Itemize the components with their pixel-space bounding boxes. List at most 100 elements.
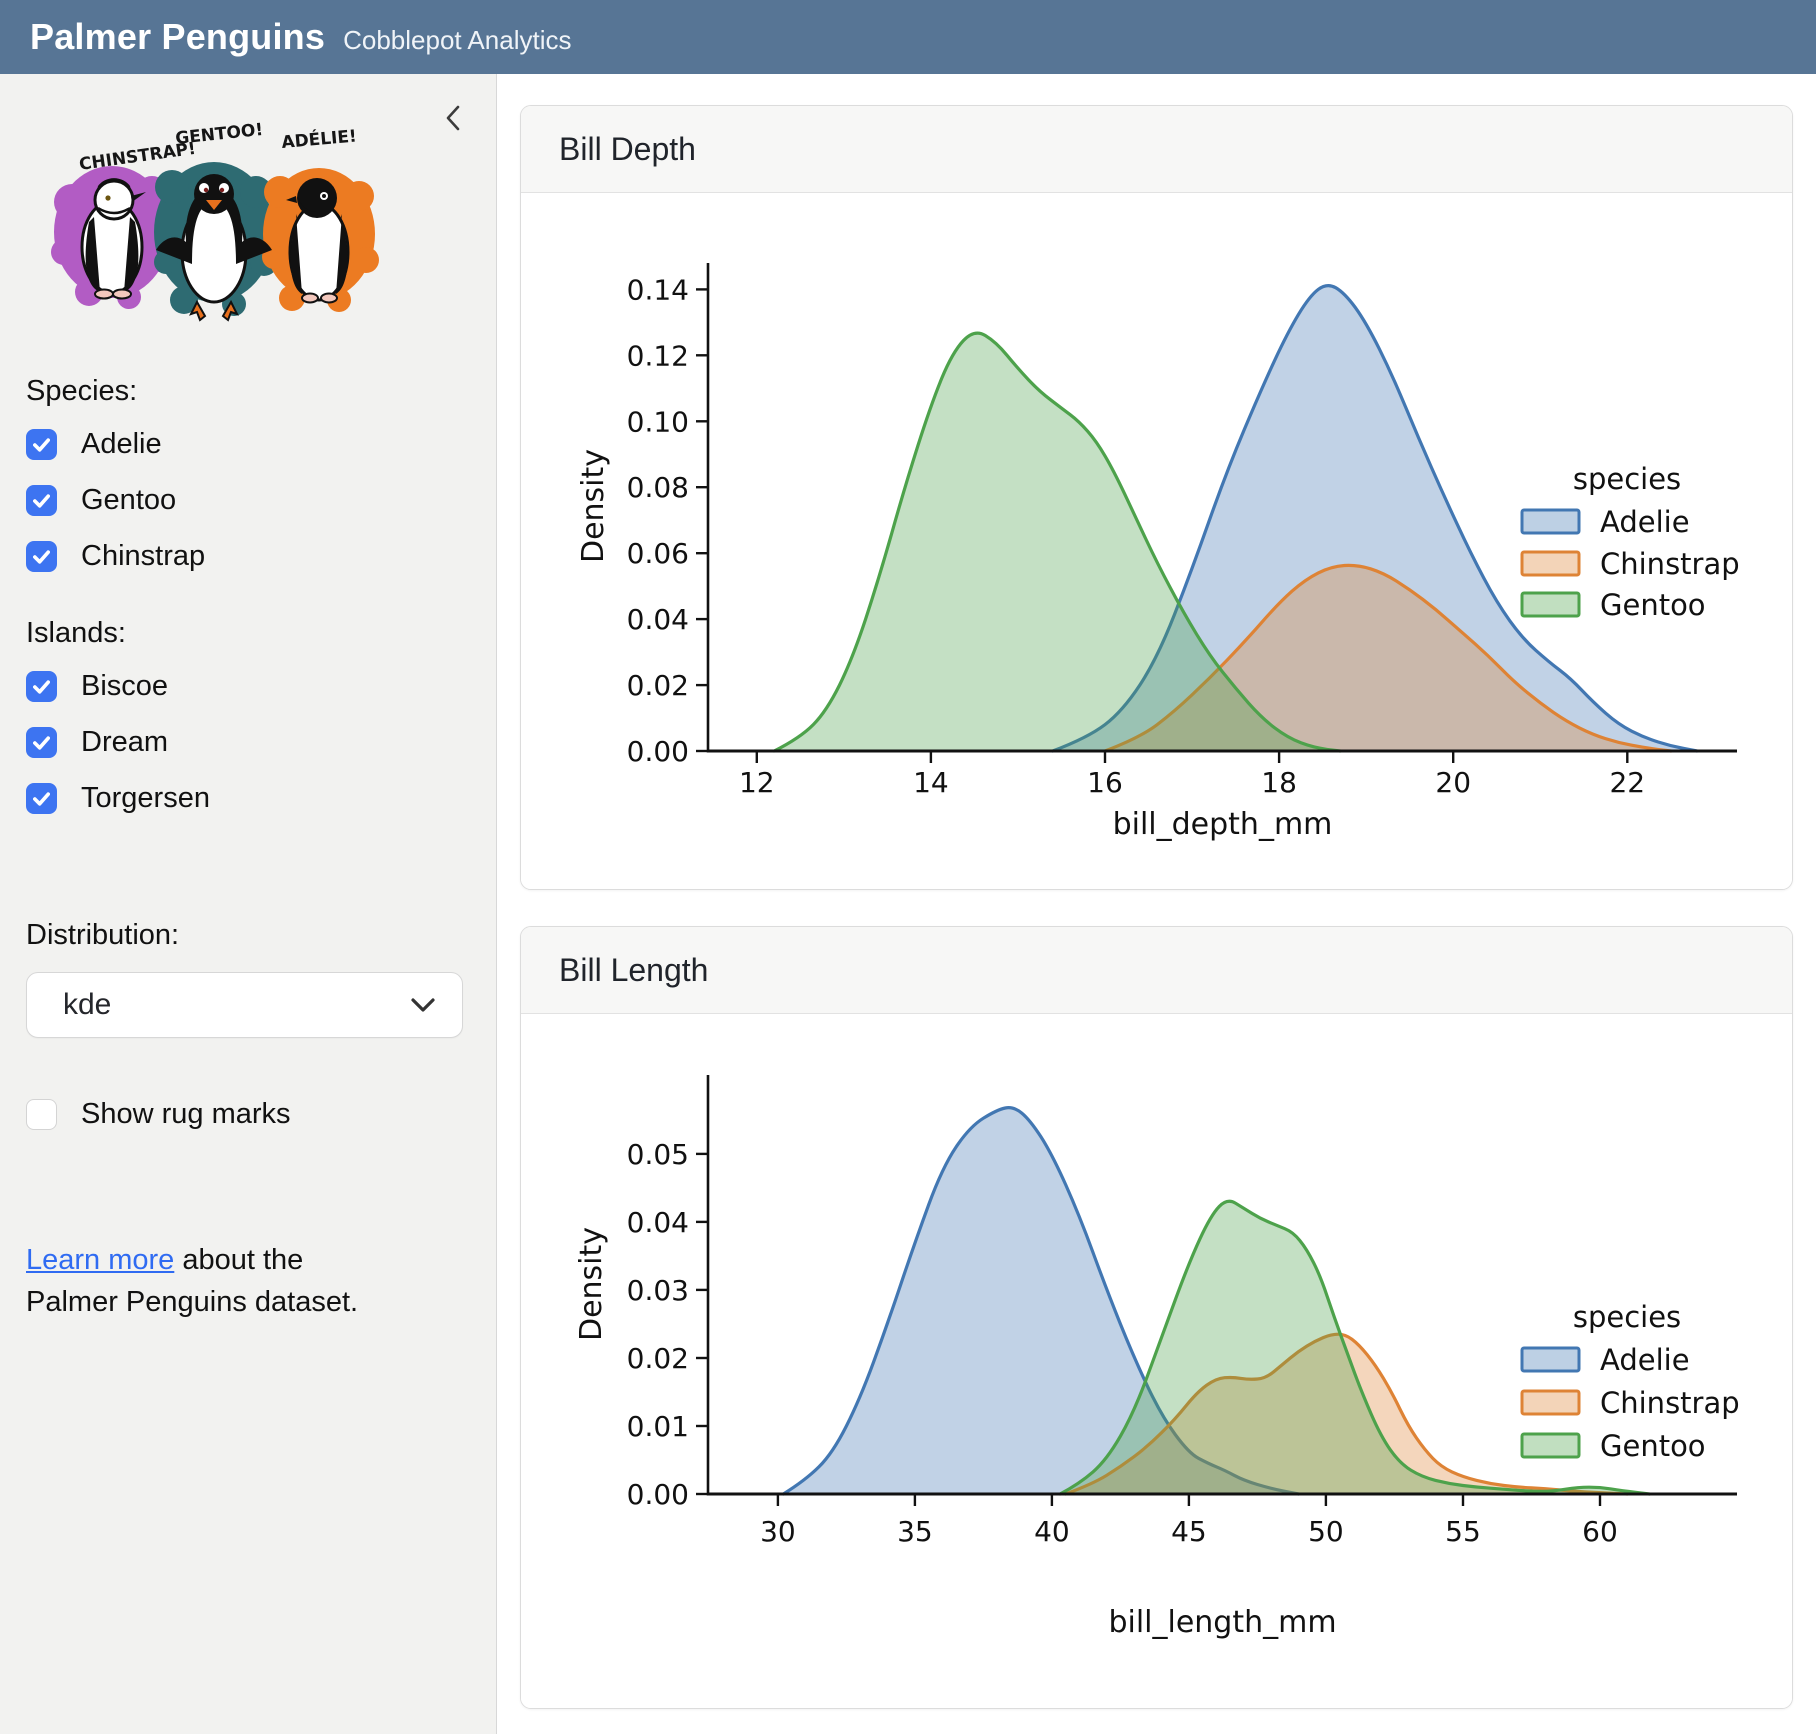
y-tick-label: 0.01 bbox=[627, 1410, 689, 1443]
check-icon bbox=[33, 494, 50, 508]
checkbox-label-rug: Show rug marks bbox=[81, 1098, 291, 1131]
bill-depth-plot: 12 14 16 18 20 22 0.00 0.02 0.04 0.06 0.08 0.10 0.12… bbox=[521, 193, 1792, 889]
checkbox-dream[interactable] bbox=[26, 727, 57, 758]
app-header: Palmer Penguins Cobblepot Analytics bbox=[0, 0, 1816, 74]
y-tick-label: 0.00 bbox=[627, 1478, 689, 1511]
x-tick-label: 14 bbox=[913, 766, 949, 799]
distribution-select[interactable]: kde bbox=[26, 972, 463, 1038]
checkbox-row-gentoo[interactable]: Gentoo bbox=[26, 484, 470, 517]
legend-title: species bbox=[1573, 462, 1681, 496]
y-axis-label: Density bbox=[576, 449, 611, 563]
x-tick-label: 55 bbox=[1445, 1515, 1481, 1548]
legend-title: species bbox=[1573, 1300, 1681, 1334]
main-content: Bill Depth 12 14 16 18 20 22 0.00 0.02 0.04 0.06 0… bbox=[497, 74, 1816, 1734]
bill-length-plot: 303540455055600.000.010.020.030.040.05bi… bbox=[521, 1014, 1792, 1708]
x-tick-label: 18 bbox=[1261, 766, 1297, 799]
bill-depth-chart: 12 14 16 18 20 22 0.00 0.02 0.04 0.06 0.08 0.10 0.12… bbox=[521, 193, 1792, 889]
chevron-down-icon bbox=[410, 997, 436, 1013]
sidebar-footer: Learn more about the Palmer Penguins dat… bbox=[26, 1239, 376, 1323]
checkbox-row-rug[interactable]: Show rug marks bbox=[26, 1098, 470, 1131]
species-group-label: Species: bbox=[26, 375, 470, 408]
legend-label-Adelie: Adelie bbox=[1600, 1343, 1690, 1377]
bill-depth-card: Bill Depth 12 14 16 18 20 22 0.00 0.02 0.04 0.06 0… bbox=[520, 105, 1793, 890]
bill-length-card-header: Bill Length bbox=[521, 927, 1792, 1014]
legend-swatch-Adelie bbox=[1522, 1348, 1579, 1371]
artwork-label-adelie: ADÉLIE! bbox=[281, 124, 358, 152]
y-axis-label: Density bbox=[574, 1227, 609, 1341]
legend-swatch-Gentoo bbox=[1522, 593, 1579, 616]
species-group: Species: Adelie Gentoo Chinstrap bbox=[26, 375, 470, 573]
bill-depth-card-title: Bill Depth bbox=[559, 131, 696, 168]
check-icon bbox=[33, 438, 50, 452]
check-icon bbox=[33, 792, 50, 806]
bill-length-chart: 303540455055600.000.010.020.030.040.05bi… bbox=[521, 1014, 1792, 1708]
y-tick-label: 0.12 bbox=[627, 339, 689, 372]
y-tick-label: 0.10 bbox=[627, 405, 689, 438]
chevron-left-icon bbox=[442, 103, 464, 133]
check-icon bbox=[33, 736, 50, 750]
sidebar: CHINSTRAP! GENTOO! ADÉLIE! Species: Adel… bbox=[0, 74, 497, 1734]
distribution-group: Distribution: kde bbox=[26, 919, 470, 1038]
checkbox-row-torgersen[interactable]: Torgersen bbox=[26, 782, 470, 815]
legend-label-Adelie: Adelie bbox=[1600, 505, 1690, 539]
y-tick-label: 0.03 bbox=[627, 1274, 689, 1307]
y-tick-label: 0.08 bbox=[627, 471, 689, 504]
artwork-label-gentoo: GENTOO! bbox=[174, 120, 264, 149]
learn-more-link[interactable]: Learn more bbox=[26, 1244, 174, 1276]
checkbox-biscoe[interactable] bbox=[26, 671, 57, 702]
x-tick-label: 12 bbox=[739, 766, 775, 799]
legend-label-Chinstrap: Chinstrap bbox=[1600, 1386, 1740, 1420]
x-tick-label: 60 bbox=[1582, 1515, 1618, 1548]
check-icon bbox=[33, 550, 50, 564]
x-tick-label: 20 bbox=[1435, 766, 1471, 799]
y-tick-label: 0.04 bbox=[627, 603, 689, 636]
y-tick-label: 0.05 bbox=[627, 1138, 689, 1171]
checkbox-row-dream[interactable]: Dream bbox=[26, 726, 470, 759]
x-tick-label: 22 bbox=[1609, 766, 1645, 799]
y-tick-label: 0.02 bbox=[627, 669, 689, 702]
checkbox-rug[interactable] bbox=[26, 1099, 57, 1130]
legend-swatch-Gentoo bbox=[1522, 1434, 1579, 1457]
y-tick-label: 0.04 bbox=[627, 1206, 689, 1239]
checkbox-label-adelie: Adelie bbox=[81, 428, 162, 461]
app-subtitle: Cobblepot Analytics bbox=[343, 25, 571, 56]
legend-label-Chinstrap: Chinstrap bbox=[1600, 547, 1740, 581]
check-icon bbox=[33, 680, 50, 694]
y-tick-label: 0.00 bbox=[627, 735, 689, 768]
x-tick-label: 16 bbox=[1087, 766, 1123, 799]
x-tick-label: 40 bbox=[1034, 1515, 1070, 1548]
x-tick-label: 35 bbox=[897, 1515, 933, 1548]
checkbox-gentoo[interactable] bbox=[26, 485, 57, 516]
bill-depth-card-header: Bill Depth bbox=[521, 106, 1792, 193]
x-tick-label: 30 bbox=[760, 1515, 796, 1548]
islands-group-label: Islands: bbox=[26, 617, 470, 650]
checkbox-label-chinstrap: Chinstrap bbox=[81, 540, 205, 573]
checkbox-label-dream: Dream bbox=[81, 726, 168, 759]
checkbox-chinstrap[interactable] bbox=[26, 541, 57, 572]
legend-swatch-Adelie bbox=[1522, 510, 1579, 533]
x-tick-label: 45 bbox=[1171, 1515, 1207, 1548]
checkbox-label-biscoe: Biscoe bbox=[81, 670, 168, 703]
x-axis-label: bill_length_mm bbox=[1108, 1605, 1336, 1640]
y-tick-label: 0.06 bbox=[627, 537, 689, 570]
checkbox-torgersen[interactable] bbox=[26, 783, 57, 814]
islands-group: Islands: Biscoe Dream Torgersen bbox=[26, 617, 470, 815]
bill-length-card: Bill Length 303540455055600.000.010.020.… bbox=[520, 926, 1793, 1709]
legend-label-Gentoo: Gentoo bbox=[1600, 1429, 1706, 1463]
distribution-label: Distribution: bbox=[26, 919, 470, 952]
legend-label-Gentoo: Gentoo bbox=[1600, 588, 1706, 622]
checkbox-label-gentoo: Gentoo bbox=[81, 484, 176, 517]
checkbox-row-biscoe[interactable]: Biscoe bbox=[26, 670, 470, 703]
checkbox-label-torgersen: Torgersen bbox=[81, 782, 210, 815]
distribution-selected-value: kde bbox=[63, 988, 410, 1022]
y-tick-label: 0.02 bbox=[627, 1342, 689, 1375]
checkbox-row-adelie[interactable]: Adelie bbox=[26, 428, 470, 461]
legend-swatch-Chinstrap bbox=[1522, 1391, 1579, 1414]
checkbox-row-chinstrap[interactable]: Chinstrap bbox=[26, 540, 470, 573]
checkbox-adelie[interactable] bbox=[26, 429, 57, 460]
legend-swatch-Chinstrap bbox=[1522, 552, 1579, 575]
bill-length-card-title: Bill Length bbox=[559, 952, 708, 989]
y-tick-label: 0.14 bbox=[627, 273, 689, 306]
sidebar-collapse-button[interactable] bbox=[436, 98, 470, 138]
penguin-artwork: CHINSTRAP! GENTOO! ADÉLIE! bbox=[34, 92, 470, 329]
